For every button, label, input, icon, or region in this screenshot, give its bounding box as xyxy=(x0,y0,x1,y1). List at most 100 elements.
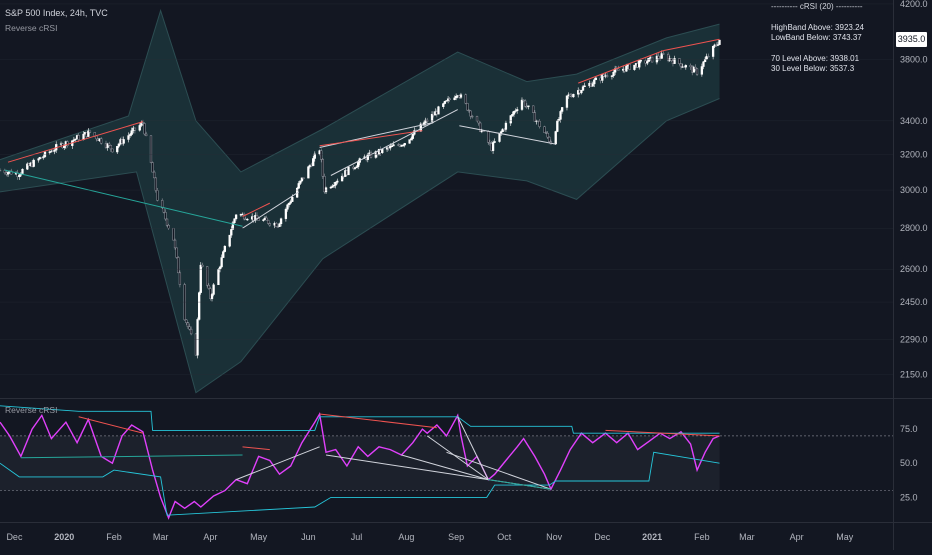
crsi-legend-box: ---------- cRSI (20) ---------- HighBand… xyxy=(771,2,864,74)
candle xyxy=(554,130,557,145)
time-tick-label: Feb xyxy=(106,532,122,542)
time-tick-label: Dec xyxy=(594,532,611,542)
candle-body xyxy=(234,214,238,219)
legend-dash-left: ---------- xyxy=(771,2,800,11)
candle xyxy=(217,267,220,286)
candle-body xyxy=(307,166,310,179)
candle-body xyxy=(77,135,80,140)
candle-body xyxy=(403,143,406,146)
candle-body xyxy=(593,79,596,85)
candle-body xyxy=(230,229,233,236)
candle xyxy=(532,105,535,114)
candle-body xyxy=(482,130,485,133)
candle-body xyxy=(700,66,704,75)
candle-body xyxy=(572,93,575,98)
candle xyxy=(175,247,178,259)
candle-body xyxy=(524,100,527,107)
candle xyxy=(321,158,324,179)
chart-canvas: 4200.0 3800.0 3400.0 3200.0 3000.0 2800.0 2600… xyxy=(0,0,932,550)
candle-body xyxy=(122,139,125,144)
candle xyxy=(718,39,721,46)
candle-body xyxy=(464,94,467,104)
candle-body xyxy=(617,68,620,71)
candle-body xyxy=(164,211,167,220)
candle-body xyxy=(133,127,137,131)
candle-body xyxy=(117,143,121,147)
time-tick-label: Jul xyxy=(351,532,363,542)
candle xyxy=(32,158,35,168)
time-tick-label: Oct xyxy=(497,532,512,542)
candle-body xyxy=(267,219,270,224)
candle-body xyxy=(512,111,516,115)
candle-body xyxy=(442,103,445,107)
osc-tick-label: 75.0 xyxy=(900,424,918,434)
candle-body xyxy=(302,177,305,179)
time-tick-label: Mar xyxy=(153,532,169,542)
candle-body xyxy=(509,115,512,124)
candle-body xyxy=(546,132,549,138)
candle-body xyxy=(548,136,551,142)
candle-body xyxy=(177,257,180,274)
candle-body xyxy=(161,200,164,208)
legend-heading-text: cRSI (20) xyxy=(799,2,834,11)
candle-body xyxy=(466,103,469,111)
candle-body xyxy=(516,109,519,111)
candle xyxy=(647,57,651,62)
candle xyxy=(177,256,180,274)
candle-body xyxy=(336,180,339,183)
candle-body xyxy=(0,169,2,172)
candle-body xyxy=(167,224,170,229)
candle-body xyxy=(217,268,220,286)
candle-body xyxy=(533,112,536,122)
candle-body xyxy=(437,106,440,115)
price-tick-label: 2800.0 xyxy=(900,223,928,233)
candle-body xyxy=(228,234,231,247)
candle-body xyxy=(162,207,165,213)
candle-body xyxy=(175,247,178,258)
candle-body xyxy=(491,142,495,151)
candle-body xyxy=(612,71,615,77)
candle-body xyxy=(448,98,451,101)
time-tick-label: Aug xyxy=(398,532,414,542)
candle-body xyxy=(186,322,190,327)
candle-body xyxy=(554,131,557,145)
candle xyxy=(479,121,482,133)
candle xyxy=(347,166,350,176)
price-tick-label: 2600.0 xyxy=(900,264,928,274)
candle-body xyxy=(565,95,569,108)
indicator-title[interactable]: Reverse cRSI xyxy=(5,23,57,33)
time-tick-label: 2020 xyxy=(54,532,74,542)
candle-body xyxy=(149,135,153,163)
candle xyxy=(199,262,202,295)
candle-body xyxy=(313,153,316,159)
candle-body xyxy=(109,145,112,150)
candle-body xyxy=(334,182,337,186)
candle-body xyxy=(207,284,210,289)
candle-body xyxy=(381,148,384,154)
candle-body xyxy=(527,105,530,107)
symbol-title[interactable]: S&P 500 Index, 24h, TVC xyxy=(5,8,108,18)
candle xyxy=(183,282,186,321)
candle xyxy=(466,102,469,111)
candle xyxy=(21,168,24,175)
candle-body xyxy=(594,77,598,81)
candle-body xyxy=(275,222,278,227)
candle xyxy=(111,148,114,153)
candle-body xyxy=(63,145,66,148)
candle-body xyxy=(188,326,191,330)
candle-body xyxy=(196,319,199,356)
time-tick-label: Nov xyxy=(546,532,563,542)
candle-body xyxy=(279,218,283,225)
legend-dash-right: ---------- xyxy=(833,2,863,11)
oscillator-title[interactable]: Reverse cRSI xyxy=(5,405,57,415)
candle-body xyxy=(560,107,564,112)
price-tick-label: 3400.0 xyxy=(900,116,928,126)
candle-body xyxy=(650,56,654,63)
candle-body xyxy=(711,45,715,57)
candle-body xyxy=(220,257,223,268)
candle-body xyxy=(178,272,182,285)
candle xyxy=(196,317,199,359)
candle xyxy=(223,245,227,253)
candle-body xyxy=(165,218,169,226)
price-tick-label: 2150.0 xyxy=(900,369,928,379)
